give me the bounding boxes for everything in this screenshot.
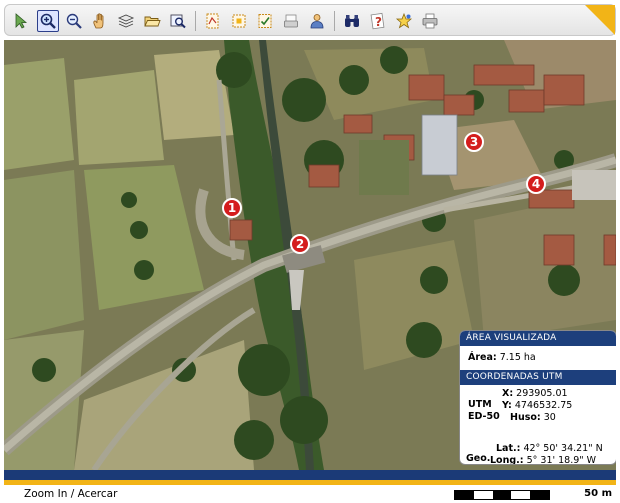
select-arrow-icon[interactable] [11, 10, 33, 32]
utm-title: COORDENADAS UTM [460, 370, 616, 385]
area-value: 7.15 ha [499, 352, 536, 363]
utm-label: UTM [468, 399, 492, 410]
search-map-icon[interactable] [167, 10, 189, 32]
lat-label: Lat.: [496, 443, 521, 454]
user-icon[interactable] [306, 10, 328, 32]
toolbar-corner-decoration [585, 5, 615, 35]
area-row: Área: 7.15 ha [460, 346, 616, 370]
huso-value: 30 [543, 412, 556, 423]
zoom-in-icon[interactable] [37, 10, 59, 32]
map-info-panel: ÁREA VISUALIZADA Área: 7.15 ha COORDENAD… [459, 330, 616, 465]
scale-label: 50 m [584, 488, 612, 499]
select-area-icon[interactable] [228, 10, 250, 32]
long-value: 5° 31' 18.9" W [526, 455, 597, 465]
status-bar: Zoom In / Acercar 50 m [4, 470, 616, 503]
map-marker-3[interactable]: 3 [464, 132, 484, 152]
status-band [4, 470, 616, 480]
area-title: ÁREA VISUALIZADA [460, 331, 616, 346]
utm-block: UTM ED-50 X: 293905.01 Y: 4746532.75 Hus… [460, 385, 616, 443]
print-page-icon[interactable] [280, 10, 302, 32]
utm-coords: X: 293905.01 Y: 4746532.75 Huso: 30 [502, 388, 572, 424]
x-label: X: [502, 388, 514, 399]
status-text: Zoom In / Acercar [24, 488, 118, 500]
toolbar-separator [195, 11, 196, 31]
toolbar: ? [0, 0, 620, 40]
binoculars-icon[interactable] [341, 10, 363, 32]
star-icon[interactable] [393, 10, 415, 32]
aerial-map[interactable]: 1 2 3 4 ÁREA VISUALIZADA Área: 7.15 ha C… [4, 40, 616, 470]
y-value: 4746532.75 [514, 400, 573, 411]
status-line: Zoom In / Acercar 50 m [4, 485, 616, 503]
geo-block: Geo. Lat.: 42° 50' 34.21" N Long.: 5° 31… [460, 443, 616, 465]
toolbar-panel: ? [4, 4, 616, 36]
layers-icon[interactable] [115, 10, 137, 32]
map-marker-4[interactable]: 4 [526, 174, 546, 194]
measure-icon[interactable] [202, 10, 224, 32]
y-label: Y: [502, 400, 512, 411]
open-folder-icon[interactable] [141, 10, 163, 32]
svg-text:?: ? [375, 15, 382, 29]
utm-datum: ED-50 [468, 411, 500, 422]
printer-icon[interactable] [419, 10, 441, 32]
zoom-out-icon[interactable] [63, 10, 85, 32]
pan-hand-icon[interactable] [89, 10, 111, 32]
long-label: Long.: [490, 455, 524, 465]
x-value: 293905.01 [516, 388, 568, 399]
check-doc-icon[interactable] [254, 10, 276, 32]
map-viewer-window: ? 1 2 3 4 ÁREA VISUALIZADA Área: 7.15 ha… [0, 0, 620, 503]
map-marker-1[interactable]: 1 [222, 198, 242, 218]
geo-label: Geo. [466, 453, 491, 464]
huso-label: Huso: [510, 412, 541, 423]
help-icon[interactable]: ? [367, 10, 389, 32]
toolbar-separator [334, 11, 335, 31]
map-marker-2[interactable]: 2 [290, 234, 310, 254]
lat-value: 42° 50' 34.21" N [523, 443, 603, 454]
tool-group: ? [11, 10, 445, 32]
area-label: Área: [468, 352, 497, 363]
scale-bar [454, 490, 550, 500]
geo-coords: Lat.: 42° 50' 34.21" N Long.: 5° 31' 18.… [490, 443, 603, 465]
